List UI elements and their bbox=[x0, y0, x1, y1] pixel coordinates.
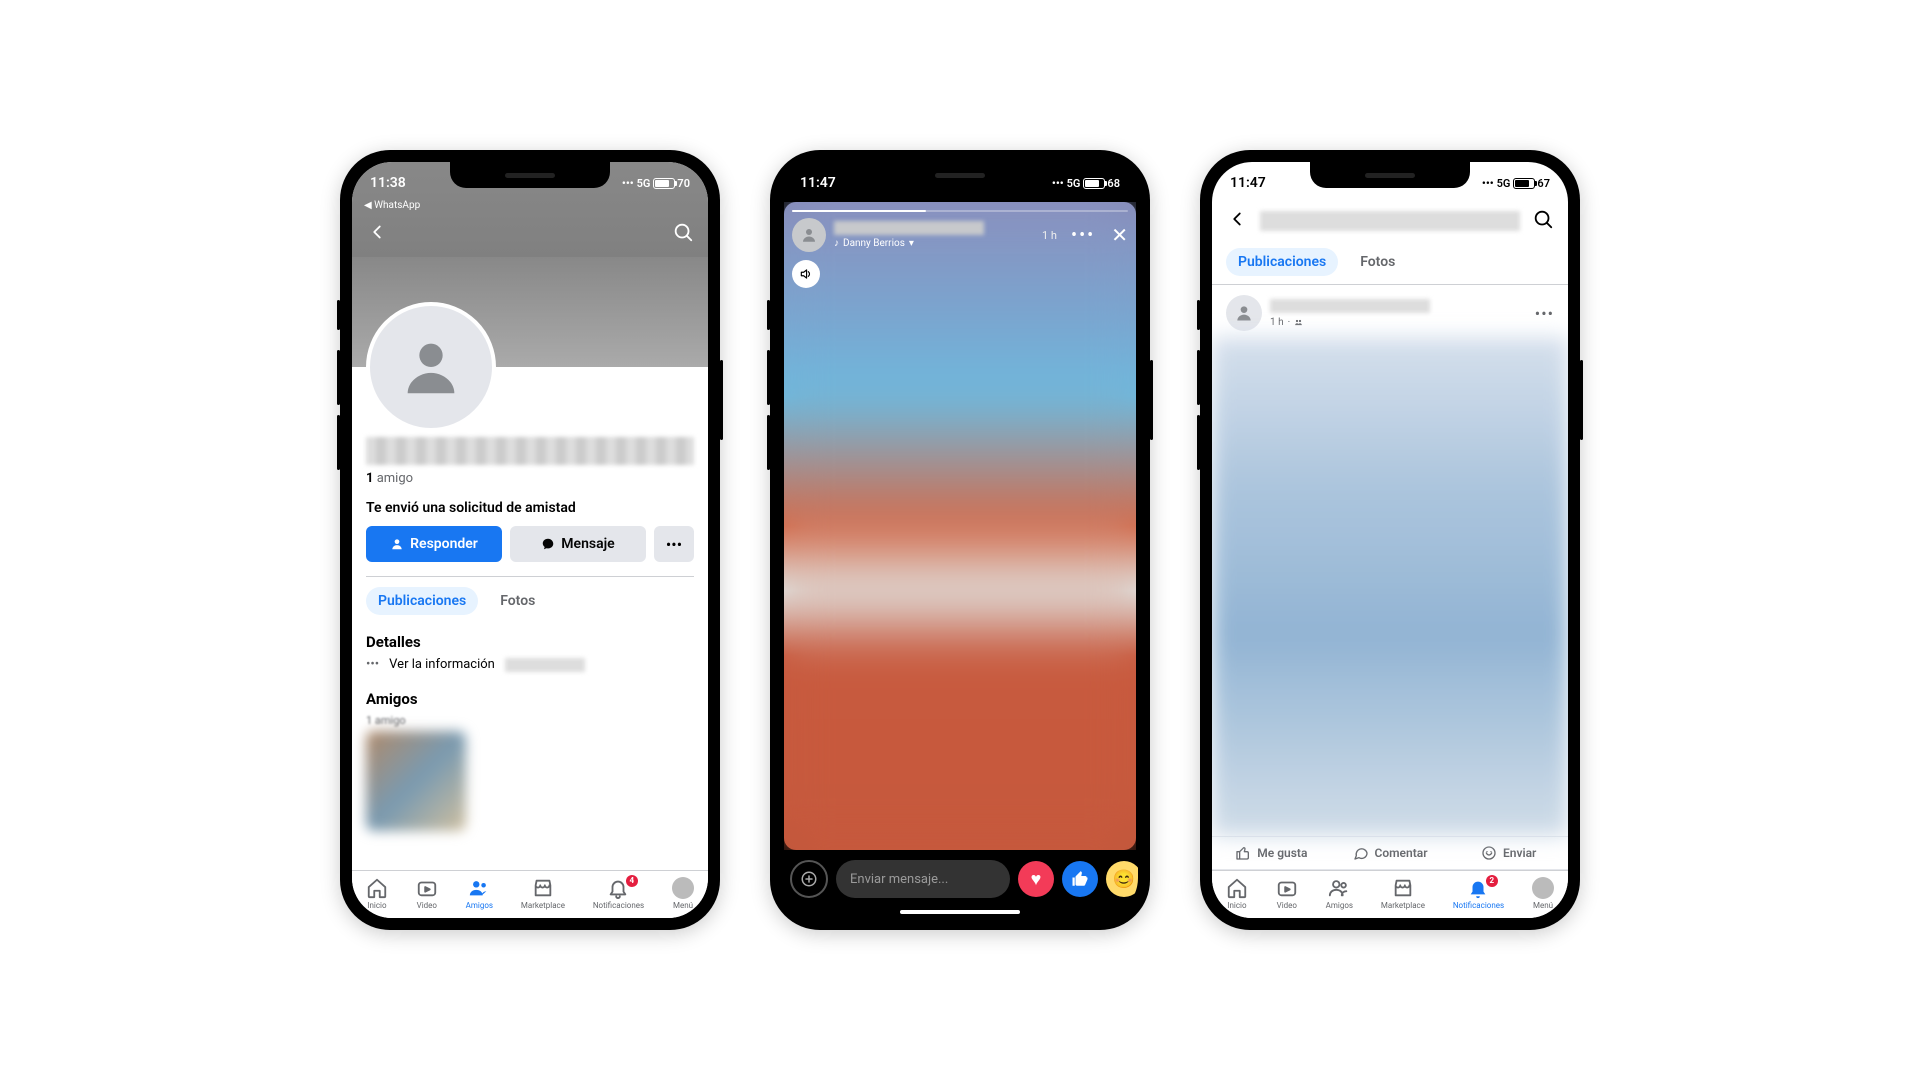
post-meta: 1 h · bbox=[1270, 317, 1430, 328]
post-author[interactable] bbox=[1270, 299, 1430, 313]
story-avatar[interactable] bbox=[792, 218, 826, 252]
nav-home[interactable]: Inicio bbox=[366, 877, 388, 910]
status-right: •••5G 68 bbox=[1052, 177, 1120, 190]
message-button[interactable]: Mensaje bbox=[510, 526, 646, 562]
nav-marketplace[interactable]: Marketplace bbox=[1381, 877, 1425, 910]
friend-count[interactable]: 1 amigo bbox=[366, 471, 694, 486]
search-icon[interactable] bbox=[1532, 208, 1554, 234]
story-username[interactable] bbox=[834, 221, 984, 235]
tab-photos[interactable]: Fotos bbox=[1348, 248, 1407, 276]
nav-friends[interactable]: Amigos bbox=[1326, 877, 1353, 910]
status-time: 11:47 bbox=[800, 175, 836, 191]
story-progress bbox=[792, 210, 1128, 212]
story-message-input[interactable]: Enviar mensaje... bbox=[836, 860, 1010, 898]
back-icon[interactable] bbox=[1226, 208, 1248, 234]
home-indicator[interactable] bbox=[900, 910, 1020, 914]
tab-posts[interactable]: Publicaciones bbox=[366, 587, 478, 615]
nav-menu[interactable]: Menú bbox=[672, 877, 694, 910]
story-viewer[interactable]: ♪ Danny Berrios ▾ 1 h ••• ✕ bbox=[784, 202, 1136, 850]
like-button[interactable]: Me gusta bbox=[1212, 837, 1331, 869]
friend-thumbnail[interactable] bbox=[366, 731, 466, 831]
post-more-icon[interactable]: ••• bbox=[1535, 304, 1554, 323]
friends-header: Amigos bbox=[366, 690, 694, 708]
nav-menu[interactable]: Menú bbox=[1532, 877, 1554, 910]
nav-video[interactable]: Video bbox=[1276, 877, 1298, 910]
story-music[interactable]: ♪ Danny Berrios ▾ bbox=[834, 238, 1034, 249]
status-right: •••5G 70 bbox=[622, 177, 690, 190]
nav-friends[interactable]: Amigos bbox=[466, 877, 493, 910]
close-icon[interactable]: ✕ bbox=[1111, 223, 1128, 247]
react-heart[interactable]: ♥ bbox=[1018, 861, 1054, 897]
comment-button[interactable]: Comentar bbox=[1331, 837, 1450, 869]
details-header: Detalles bbox=[366, 633, 694, 651]
search-icon[interactable] bbox=[672, 221, 694, 247]
status-time: 11:47 bbox=[1230, 175, 1266, 191]
header-name bbox=[1260, 211, 1520, 231]
profile-avatar[interactable] bbox=[366, 302, 496, 432]
phone-feed: 11:47 •••5G 67 Publicaciones Fotos 1 h ·… bbox=[1200, 150, 1580, 930]
friend-request-text: Te envió una solicitud de amistad bbox=[366, 500, 694, 516]
tab-photos[interactable]: Fotos bbox=[488, 587, 547, 615]
back-icon[interactable] bbox=[366, 221, 388, 247]
react-like[interactable] bbox=[1062, 861, 1098, 897]
nav-video[interactable]: Video bbox=[416, 877, 438, 910]
cover-photo[interactable] bbox=[352, 257, 708, 367]
see-info-row[interactable]: ••• Ver la información bbox=[366, 657, 694, 672]
story-more-icon[interactable]: ••• bbox=[1071, 225, 1095, 246]
more-button[interactable]: ••• bbox=[654, 526, 694, 562]
respond-button[interactable]: Responder bbox=[366, 526, 502, 562]
nav-notifications[interactable]: 2Notificaciones bbox=[1453, 877, 1504, 910]
profile-name bbox=[366, 437, 694, 465]
bottom-nav: Inicio Video Amigos Marketplace 4Notific… bbox=[352, 870, 708, 918]
status-time: 11:38 bbox=[370, 175, 406, 191]
nav-marketplace[interactable]: Marketplace bbox=[521, 877, 565, 910]
react-emoji[interactable]: 😊 bbox=[1106, 861, 1138, 897]
phone-profile: 11:38 •••5G 70 ◀ WhatsApp 1 amigo Te env… bbox=[340, 150, 720, 930]
add-story-icon[interactable] bbox=[790, 860, 828, 898]
post-image[interactable] bbox=[1212, 337, 1568, 836]
back-to-app[interactable]: ◀ WhatsApp bbox=[352, 200, 708, 213]
tab-posts[interactable]: Publicaciones bbox=[1226, 248, 1338, 276]
phone-story: 11:47 •••5G 68 ♪ Danny Berrios ▾ 1 h •••… bbox=[770, 150, 1150, 930]
post-avatar[interactable] bbox=[1226, 295, 1262, 331]
nav-notifications[interactable]: 4Notificaciones bbox=[593, 877, 644, 910]
friends-sub: 1 amigo bbox=[366, 714, 694, 727]
sound-icon[interactable] bbox=[792, 260, 820, 288]
story-time: 1 h bbox=[1042, 229, 1057, 242]
send-button[interactable]: Enviar bbox=[1449, 837, 1568, 869]
bottom-nav: Inicio Video Amigos Marketplace 2Notific… bbox=[1212, 870, 1568, 918]
status-right: •••5G 67 bbox=[1482, 177, 1550, 190]
nav-home[interactable]: Inicio bbox=[1226, 877, 1248, 910]
